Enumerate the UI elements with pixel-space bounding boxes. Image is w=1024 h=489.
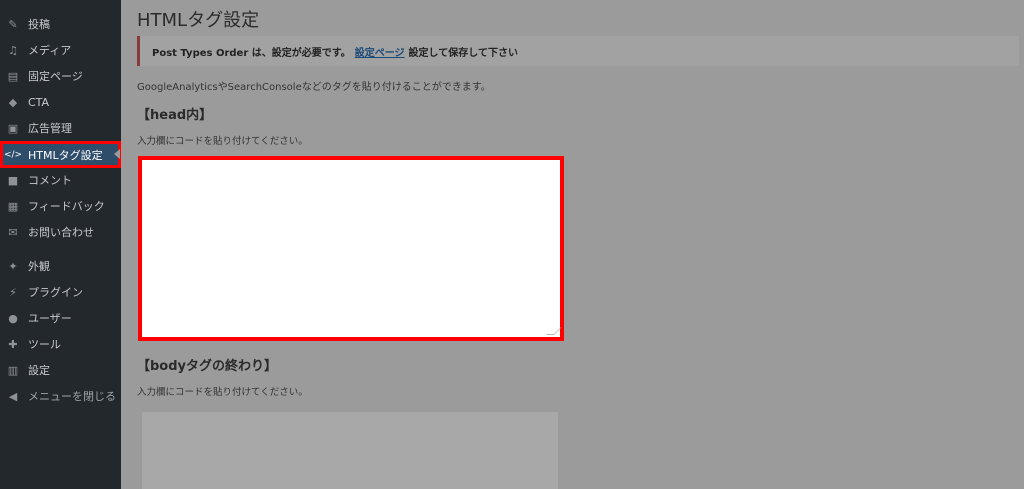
feedback-icon: ▦ <box>7 199 19 213</box>
page-description: GoogleAnalyticsやSearchConsoleなどのタグを貼り付ける… <box>137 82 491 93</box>
sidebar-item-label: 広告管理 <box>28 122 72 135</box>
head-section-heading: 【head内】 <box>137 108 213 123</box>
page-icon: ▤ <box>7 69 19 83</box>
active-pointer <box>114 149 120 159</box>
notice-suffix: 設定して保存して下さい <box>408 47 518 59</box>
sidebar-item-pages[interactable]: ▤ 固定ページ <box>0 63 121 89</box>
sidebar-item-media[interactable]: ♫ メディア <box>0 37 121 63</box>
comment-icon: ■ <box>7 173 19 187</box>
admin-notice: Post Types Order は、設定が必要です。 設定ページ 設定して保存… <box>137 36 1019 66</box>
sidebar-item-label: CTA <box>28 95 50 109</box>
sidebar-item-tools[interactable]: ✚ ツール <box>0 331 121 357</box>
ad-icon: ▣ <box>7 121 19 135</box>
sidebar-item-label: 投稿 <box>28 18 50 31</box>
sidebar-item-label: プラグイン <box>28 286 83 299</box>
tag-icon: ◆ <box>8 95 18 109</box>
sidebar-item-label: メディア <box>28 44 72 57</box>
body-code-textarea[interactable] <box>141 411 559 489</box>
sidebar-item-comments[interactable]: ■ コメント <box>0 167 121 193</box>
code-icon: </> <box>3 149 23 160</box>
sidebar-item-label: コメント <box>28 174 72 187</box>
sidebar-item-label: 外観 <box>28 260 50 273</box>
mail-icon: ✉ <box>8 225 18 239</box>
collapse-menu-button[interactable]: ◀ メニューを閉じる <box>0 383 121 409</box>
pin-icon: ✎ <box>8 17 18 31</box>
sidebar-item-label: 固定ページ <box>28 70 83 83</box>
sidebar-item-html-tags[interactable]: </> HTMLタグ設定 <box>0 141 121 168</box>
page-title: HTMLタグ設定 <box>137 10 260 31</box>
sidebar-item-feedback[interactable]: ▦ フィードバック <box>0 193 121 219</box>
sidebar-item-settings[interactable]: ▥ 設定 <box>0 357 121 383</box>
brush-icon: ✦ <box>8 259 18 273</box>
sidebar-item-label: ユーザー <box>28 312 72 325</box>
notice-prefix: Post Types Order は、設定が必要です。 <box>152 47 351 59</box>
settings-page-link[interactable]: 設定ページ <box>355 44 405 59</box>
sidebar-item-contact[interactable]: ✉ お問い合わせ <box>0 219 121 245</box>
body-section-heading: 【bodyタグの終わり】 <box>137 359 278 374</box>
user-icon: ● <box>8 311 18 325</box>
head-section-hint: 入力欄にコードを貼り付けてください。 <box>137 136 308 147</box>
wrench-icon: ✚ <box>8 337 18 351</box>
sidebar-item-users[interactable]: ● ユーザー <box>0 305 121 331</box>
head-code-textarea[interactable] <box>138 156 564 341</box>
main-content: HTMLタグ設定 Post Types Order は、設定が必要です。 設定ペ… <box>121 0 1024 489</box>
sidebar-item-appearance[interactable]: ✦ 外観 <box>0 253 121 279</box>
collapse-icon: ◀ <box>8 389 18 403</box>
sidebar-item-label: HTMLタグ設定 <box>28 148 103 162</box>
admin-sidebar: ✎ 投稿 ♫ メディア ▤ 固定ページ ◆ CTA ▣ 広告管理 </> HTM… <box>0 0 121 489</box>
plugin-icon: ⚡ <box>9 285 17 299</box>
media-icon: ♫ <box>8 43 18 57</box>
sidebar-item-label: メニューを閉じる <box>28 390 116 403</box>
sidebar-item-ads[interactable]: ▣ 広告管理 <box>0 115 121 141</box>
sidebar-item-posts[interactable]: ✎ 投稿 <box>0 11 121 37</box>
sidebar-item-label: お問い合わせ <box>28 226 94 239</box>
sidebar-item-label: フィードバック <box>28 200 105 213</box>
sidebar-item-label: 設定 <box>28 364 50 377</box>
body-section-hint: 入力欄にコードを貼り付けてください。 <box>137 387 308 398</box>
sidebar-item-label: ツール <box>28 338 61 351</box>
settings-icon: ▥ <box>7 363 19 377</box>
resize-handle-icon[interactable] <box>546 327 562 335</box>
sidebar-item-cta[interactable]: ◆ CTA <box>0 89 121 115</box>
sidebar-item-plugins[interactable]: ⚡ プラグイン <box>0 279 121 305</box>
